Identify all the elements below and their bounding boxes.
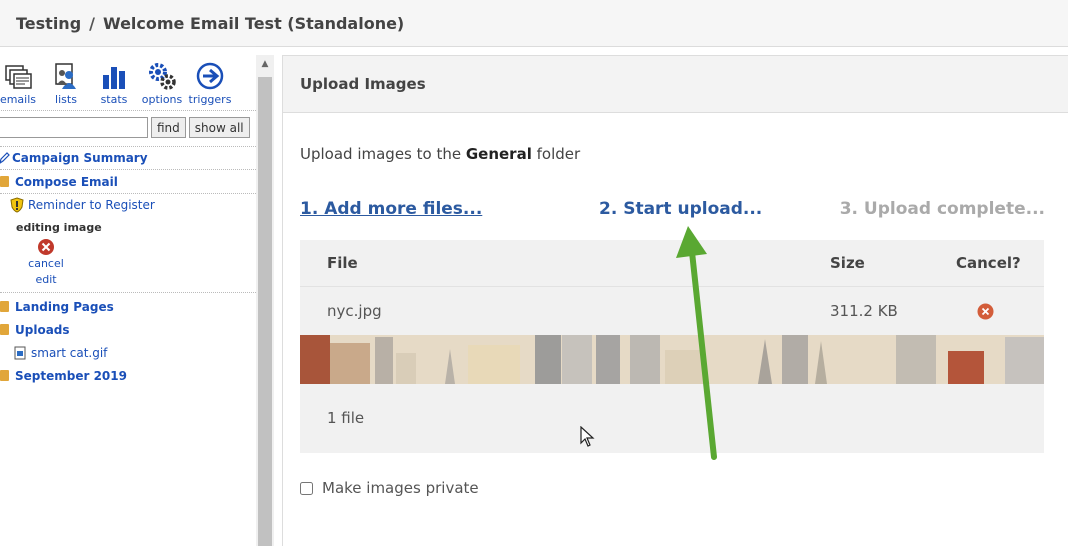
tree-item-compose-email[interactable]: Compose Email: [0, 170, 256, 193]
breadcrumb-section[interactable]: Testing: [16, 14, 81, 33]
sidebar-scrollbar[interactable]: ▲: [256, 55, 274, 546]
find-button[interactable]: find: [151, 117, 186, 138]
search-input[interactable]: [0, 117, 148, 138]
sidebar-search: find show all: [0, 111, 256, 147]
make-private-label: Make images private: [322, 479, 479, 497]
folder-icon: [0, 370, 9, 381]
upload-intro: Upload images to the General folder: [300, 145, 581, 163]
header-file: File: [327, 254, 358, 272]
campaign-tree: Campaign Summary Compose Email Reminder …: [0, 147, 256, 387]
breadcrumb-separator: /: [89, 13, 95, 33]
cancel-circle-icon[interactable]: [37, 238, 55, 256]
tree-item-campaign-summary[interactable]: Campaign Summary: [0, 147, 256, 170]
header-size: Size: [830, 254, 865, 272]
tree-item-smart-cat[interactable]: smart cat.gif: [0, 341, 256, 364]
private-option[interactable]: Make images private: [300, 479, 479, 497]
add-more-files-link[interactable]: 1. Add more files...: [300, 199, 482, 219]
lists-icon: [55, 63, 76, 89]
image-preview: [300, 335, 1044, 384]
upload-panel: Upload Images Upload images to the Gener…: [282, 55, 1068, 546]
table-row: nyc.jpg 311.2 KB: [300, 287, 1044, 335]
sidebar: emails lists stats options triggers find…: [0, 55, 256, 546]
image-file-icon: [14, 346, 26, 359]
file-count: 1 file: [327, 409, 365, 427]
toolbar-lists[interactable]: lists: [42, 61, 90, 110]
folder-icon: [0, 301, 9, 312]
file-name: nyc.jpg: [327, 302, 382, 320]
edit-link[interactable]: edit: [35, 272, 56, 288]
scroll-up-icon[interactable]: ▲: [256, 55, 274, 73]
arrow-right-circle-icon: [196, 62, 224, 90]
toolbar-triggers[interactable]: triggers: [186, 61, 234, 110]
make-private-checkbox[interactable]: [300, 481, 313, 495]
toolbar-emails[interactable]: emails: [0, 61, 42, 110]
edit-pencil-icon: [0, 152, 10, 164]
cancel-link[interactable]: cancel: [28, 256, 64, 272]
sidebar-toolbar: emails lists stats options triggers: [0, 55, 256, 111]
folder-icon: [0, 324, 9, 335]
toolbar-stats[interactable]: stats: [90, 61, 138, 110]
scroll-thumb[interactable]: [258, 77, 272, 546]
tree-item-landing-pages[interactable]: Landing Pages: [0, 295, 256, 318]
file-table: File Size Cancel? nyc.jpg 311.2 KB 1 fil…: [300, 240, 1044, 453]
folder-name: General: [465, 145, 532, 163]
shield-warning-icon: [10, 197, 24, 213]
upload-steps: 1. Add more files... 2. Start upload... …: [300, 199, 1045, 223]
tree-item-uploads[interactable]: Uploads: [0, 318, 256, 341]
file-table-header: File Size Cancel?: [300, 240, 1044, 287]
remove-file-icon[interactable]: [977, 303, 994, 320]
gear-icon: [149, 63, 176, 90]
emails-icon: [5, 65, 32, 89]
page-title-bar: Testing / Welcome Email Test (Standalone…: [0, 0, 1068, 47]
upload-complete-label: 3. Upload complete...: [839, 199, 1045, 219]
tree-item-reminder[interactable]: Reminder to Register: [0, 193, 256, 216]
folder-icon: [0, 176, 9, 187]
toolbar-options[interactable]: options: [138, 61, 186, 110]
show-all-button[interactable]: show all: [188, 117, 250, 138]
stats-icon: [103, 67, 125, 89]
header-cancel: Cancel?: [956, 254, 1021, 272]
start-upload-link[interactable]: 2. Start upload...: [599, 199, 762, 219]
panel-title: Upload Images: [283, 56, 1068, 113]
editing-image-label: editing image: [16, 220, 102, 234]
page-title: Welcome Email Test (Standalone): [102, 13, 405, 33]
city-skyline-image: [300, 335, 1044, 384]
file-size: 311.2 KB: [830, 302, 898, 320]
mouse-cursor-icon: [580, 426, 595, 447]
tree-item-september-2019[interactable]: September 2019: [0, 364, 256, 387]
editing-actions: cancel edit: [0, 238, 256, 293]
